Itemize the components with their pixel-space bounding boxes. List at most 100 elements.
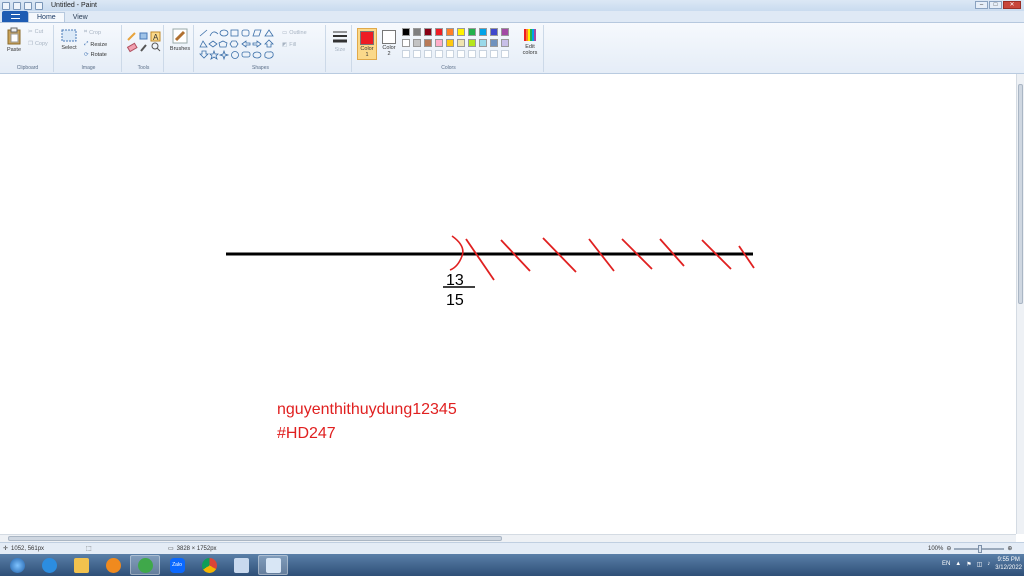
taskbar-explorer[interactable] <box>66 555 96 575</box>
palette-swatch[interactable] <box>468 39 476 47</box>
save-icon[interactable] <box>13 1 21 10</box>
cut-button[interactable]: ✂ Cut <box>28 29 43 35</box>
rectangle-shape-icon <box>230 29 239 37</box>
edit-colors-button[interactable]: Edit colors <box>518 28 542 56</box>
color-picker-icon <box>140 44 147 52</box>
palette-swatch[interactable] <box>402 39 410 47</box>
close-button[interactable]: ✕ <box>1003 1 1021 9</box>
explorer-icon <box>73 557 89 573</box>
resize-button[interactable]: ⤢ Resize <box>84 41 107 48</box>
paste-button[interactable]: Paste <box>4 27 24 53</box>
outline-button[interactable]: ▭ Outline <box>282 30 307 36</box>
paint-app-icon[interactable] <box>2 1 10 10</box>
minimize-button[interactable]: – <box>975 1 988 9</box>
shapes-gallery[interactable] <box>199 29 277 61</box>
custom-color-slot[interactable] <box>446 50 454 58</box>
palette-swatch[interactable] <box>457 39 465 47</box>
custom-color-slot[interactable] <box>501 50 509 58</box>
zoom-slider[interactable] <box>954 544 1005 553</box>
taskbar-green-app[interactable] <box>130 555 160 575</box>
redo-icon[interactable] <box>35 1 43 10</box>
palette-swatch[interactable] <box>402 28 410 36</box>
arrow-down-shape-icon <box>199 50 209 59</box>
taskbar-media-player[interactable] <box>98 555 128 575</box>
tab-home[interactable]: Home <box>28 12 65 22</box>
custom-color-slot[interactable] <box>479 50 487 58</box>
start-button[interactable] <box>2 555 32 575</box>
color2-button[interactable]: Color 2 <box>379 28 399 60</box>
palette-swatch[interactable] <box>501 28 509 36</box>
clock[interactable]: 9:55 PM 3/12/2022 <box>995 556 1022 572</box>
language-indicator[interactable]: EN <box>942 561 950 567</box>
palette-swatch[interactable] <box>413 28 421 36</box>
image-group-label: Image <box>81 65 96 71</box>
palette-swatch[interactable] <box>446 28 454 36</box>
palette-swatch[interactable] <box>435 39 443 47</box>
horizontal-scrollbar[interactable] <box>0 534 1016 542</box>
file-menu-button[interactable] <box>2 11 28 22</box>
zoom-controls: 100% ⊖ ⊕ <box>928 544 1012 553</box>
paint-canvas[interactable]: 13 15 nguyenthithuydung12345 #HD247 <box>0 74 1016 534</box>
rotate-button[interactable]: ⟳ Rotate <box>84 52 107 58</box>
select-button[interactable]: Select <box>58 29 80 51</box>
vertical-scroll-thumb[interactable] <box>1018 84 1023 304</box>
horizontal-scroll-thumb[interactable] <box>8 536 502 541</box>
paste-icon <box>7 27 21 45</box>
copy-button[interactable]: ❐ Copy <box>28 41 48 47</box>
palette-swatch[interactable] <box>490 28 498 36</box>
brushes-button[interactable]: Brushes <box>168 28 192 52</box>
custom-color-slot[interactable] <box>468 50 476 58</box>
undo-icon[interactable] <box>24 1 32 10</box>
taskbar-paint[interactable] <box>258 555 288 575</box>
palette-swatch[interactable] <box>490 39 498 47</box>
maximize-button[interactable]: □ <box>989 1 1002 9</box>
paint-icon <box>265 557 281 573</box>
taskbar-notepad[interactable] <box>226 555 256 575</box>
palette-swatch[interactable] <box>424 39 432 47</box>
crop-icon: ⌗ <box>84 29 88 35</box>
palette-swatch[interactable] <box>413 39 421 47</box>
flag-icon[interactable]: ⚑ <box>966 561 971 568</box>
crop-button[interactable]: ⌗ Crop <box>84 29 101 36</box>
palette-swatch[interactable] <box>424 28 432 36</box>
color1-button[interactable]: Color 1 <box>357 28 377 60</box>
curve-shape-icon <box>209 31 219 37</box>
network-icon[interactable]: ◫ <box>977 561 983 568</box>
custom-color-slot[interactable] <box>402 50 410 58</box>
zoom-in-icon[interactable]: ⊕ <box>1007 545 1012 552</box>
custom-color-slot[interactable] <box>435 50 443 58</box>
palette-swatch[interactable] <box>435 28 443 36</box>
tab-view[interactable]: View <box>65 13 96 22</box>
size-button[interactable]: Size <box>330 29 350 53</box>
palette-swatch[interactable] <box>446 39 454 47</box>
volume-icon[interactable]: ♪ <box>987 561 990 567</box>
vertical-scrollbar[interactable] <box>1016 74 1024 534</box>
size-label: Size <box>334 47 346 53</box>
palette-swatch[interactable] <box>479 39 487 47</box>
taskbar-ie[interactable] <box>34 555 64 575</box>
custom-color-slot[interactable] <box>413 50 421 58</box>
fill-bucket-icon: ◩ <box>282 42 288 48</box>
custom-color-slot[interactable] <box>457 50 465 58</box>
title-bar: Untitled - Paint – □ ✕ <box>0 0 1024 11</box>
custom-color-slot[interactable] <box>424 50 432 58</box>
tray-app-icon[interactable]: ▲ <box>955 561 961 567</box>
fill-button[interactable]: ◩ Fill <box>282 42 296 48</box>
zoom-slider-knob[interactable] <box>978 544 983 553</box>
select-icon <box>61 29 77 42</box>
four-point-star-shape-icon <box>218 49 230 61</box>
pencil-icon <box>127 32 136 41</box>
zoom-out-icon[interactable]: ⊖ <box>946 545 951 552</box>
palette-swatch[interactable] <box>457 28 465 36</box>
hatch-mark <box>465 238 495 281</box>
window-controls: – □ ✕ <box>975 1 1021 9</box>
color1-line2: 1 <box>365 52 369 58</box>
custom-color-slot[interactable] <box>490 50 498 58</box>
clipboard-group: Paste ✂ Cut ❐ Copy Clipboard <box>2 25 54 72</box>
taskbar-zalo[interactable]: Zalo <box>162 555 192 575</box>
palette-swatch[interactable] <box>479 28 487 36</box>
palette-swatch[interactable] <box>501 39 509 47</box>
taskbar-chrome[interactable] <box>194 555 224 575</box>
palette-swatch[interactable] <box>468 28 476 36</box>
arrow-up-shape-icon <box>264 39 274 48</box>
